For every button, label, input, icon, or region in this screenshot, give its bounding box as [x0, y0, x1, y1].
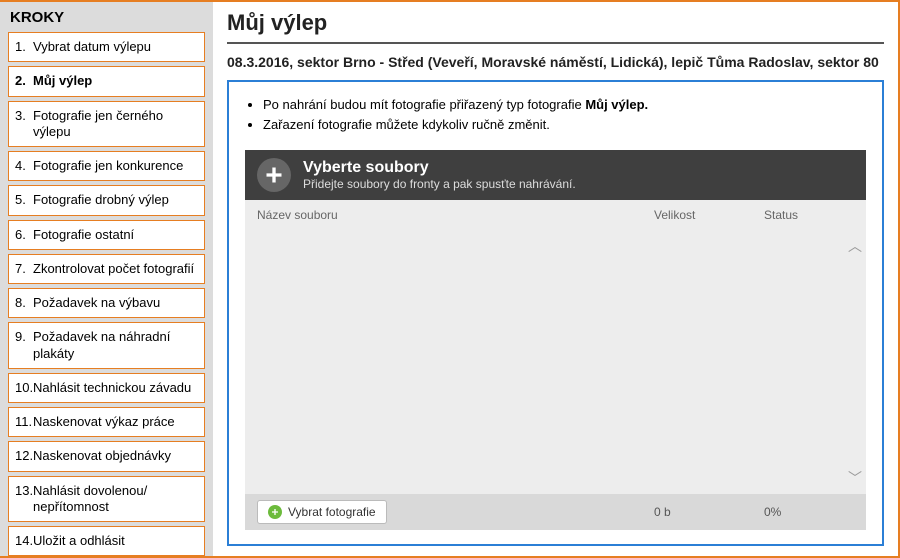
plus-icon — [257, 158, 291, 192]
step-label: Nahlásit technickou závadu — [33, 380, 198, 396]
step-item[interactable]: 8.Požadavek na výbavu — [8, 288, 205, 318]
uploader-columns: Název souboru Velikost Status — [245, 200, 866, 230]
step-number: 11. — [15, 414, 33, 430]
step-item[interactable]: 1.Vybrat datum výlepu — [8, 32, 205, 62]
step-number: 14. — [15, 533, 33, 549]
uploader-subheading: Přidejte soubory do fronty a pak spusťte… — [303, 177, 576, 191]
uploader-footer: Vybrat fotografie 0 b 0% — [245, 494, 866, 530]
col-filename: Název souboru — [257, 208, 654, 222]
step-label: Požadavek na výbavu — [33, 295, 198, 311]
step-number: 8. — [15, 295, 33, 311]
note-line: Po nahrání budou mít fotografie přiřazen… — [263, 96, 866, 114]
select-files-button[interactable]: Vybrat fotografie — [257, 500, 387, 524]
chevron-down-icon[interactable]: ﹀ — [848, 468, 862, 488]
uploader-file-list[interactable]: ︿ ﹀ — [245, 230, 866, 494]
step-item[interactable]: 13.Nahlásit dovolenou/ nepřítomnost — [8, 476, 205, 523]
steps-sidebar: KROKY 1.Vybrat datum výlepu 2.Můj výlep 3.… — [0, 2, 213, 556]
step-number: 3. — [15, 108, 33, 124]
step-item[interactable]: 2.Můj výlep — [8, 66, 205, 96]
main-content: Můj výlep 08.3.2016, sektor Brno - Střed… — [213, 2, 898, 556]
step-label: Fotografie jen konkurence — [33, 158, 198, 174]
step-label: Naskenovat výkaz práce — [33, 414, 198, 430]
step-number: 2. — [15, 73, 33, 89]
page-title: Můj výlep — [227, 10, 884, 36]
step-label: Nahlásit dovolenou/ nepřítomnost — [33, 483, 198, 516]
step-label: Požadavek na náhradní plakáty — [33, 329, 198, 362]
step-number: 10. — [15, 380, 33, 396]
step-label: Fotografie jen černého výlepu — [33, 108, 198, 141]
chevron-up-icon[interactable]: ︿ — [848, 236, 862, 256]
step-item[interactable]: 7.Zkontrolovat počet fotografií — [8, 254, 205, 284]
step-number: 5. — [15, 192, 33, 208]
step-label: Vybrat datum výlepu — [33, 39, 198, 55]
step-item[interactable]: 3.Fotografie jen černého výlepu — [8, 101, 205, 148]
step-number: 6. — [15, 227, 33, 243]
app-frame: KROKY 1.Vybrat datum výlepu2.Můj výlep3.… — [0, 0, 900, 558]
step-item[interactable]: 12.Naskenovat objednávky — [8, 441, 205, 471]
col-status: Status — [764, 208, 854, 222]
footer-total-progress: 0% — [764, 505, 854, 519]
uploader-widget: Vyberte soubory Přidejte soubory do fron… — [245, 150, 866, 530]
title-divider — [227, 42, 884, 44]
step-item[interactable]: 11.Naskenovat výkaz práce — [8, 407, 205, 437]
step-item[interactable]: 6.Fotografie ostatní — [8, 220, 205, 250]
step-label: Zkontrolovat počet fotografií — [33, 261, 198, 277]
context-line: 08.3.2016, sektor Brno - Střed (Veveří, … — [227, 54, 884, 70]
upload-notes: Po nahrání budou mít fotografie přiřazen… — [263, 96, 866, 136]
step-item[interactable]: 10.Nahlásit technickou závadu — [8, 373, 205, 403]
upload-panel: Po nahrání budou mít fotografie přiřazen… — [227, 80, 884, 546]
footer-total-size: 0 b — [654, 505, 764, 519]
step-number: 9. — [15, 329, 33, 345]
step-label: Naskenovat objednávky — [33, 448, 198, 464]
step-label: Uložit a odhlásit — [33, 533, 198, 549]
step-label: Fotografie ostatní — [33, 227, 198, 243]
uploader-header[interactable]: Vyberte soubory Přidejte soubory do fron… — [245, 150, 866, 200]
step-item[interactable]: 14.Uložit a odhlásit — [8, 526, 205, 556]
sidebar-title: KROKY — [10, 9, 205, 26]
step-item[interactable]: 5.Fotografie drobný výlep — [8, 185, 205, 215]
col-size: Velikost — [654, 208, 764, 222]
step-item[interactable]: 9.Požadavek na náhradní plakáty — [8, 322, 205, 369]
uploader-heading: Vyberte soubory — [303, 159, 576, 177]
steps-list: 1.Vybrat datum výlepu2.Můj výlep3.Fotogr… — [8, 32, 205, 556]
step-number: 12. — [15, 448, 33, 464]
step-item[interactable]: 4.Fotografie jen konkurence — [8, 151, 205, 181]
note-line: Zařazení fotografie můžete kdykoliv ručn… — [263, 116, 866, 134]
step-label: Fotografie drobný výlep — [33, 192, 198, 208]
select-files-label: Vybrat fotografie — [288, 505, 376, 519]
step-number: 7. — [15, 261, 33, 277]
step-number: 13. — [15, 483, 33, 499]
add-icon — [268, 505, 282, 519]
step-label: Můj výlep — [33, 73, 198, 89]
step-number: 1. — [15, 39, 33, 55]
step-number: 4. — [15, 158, 33, 174]
